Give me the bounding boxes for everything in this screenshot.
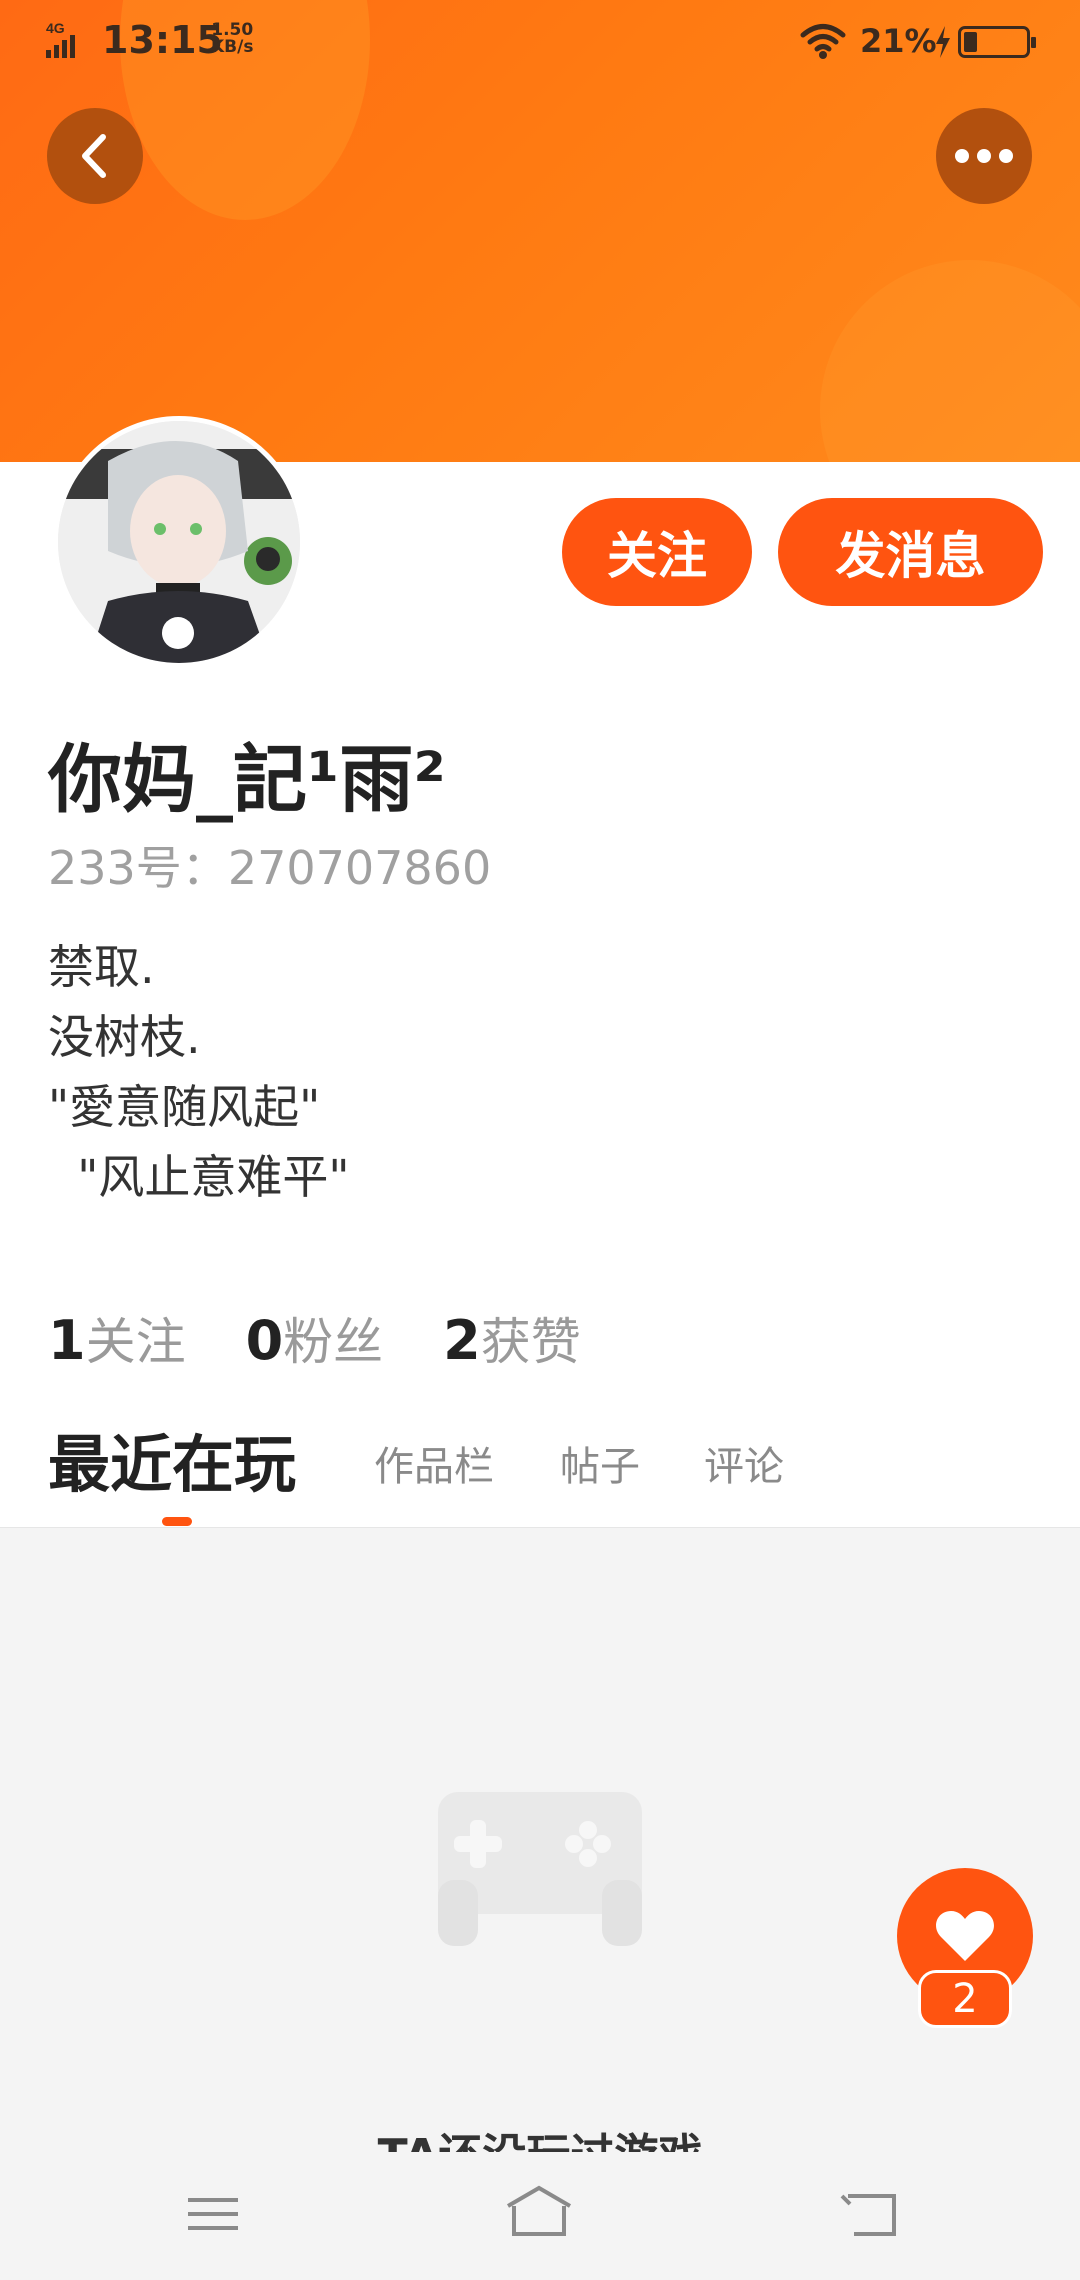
status-bar: 4G 13:15 1.50 KB/s 21%	[0, 0, 1080, 84]
likes-label: 获赞	[480, 1313, 581, 1371]
avatar-image	[58, 421, 300, 663]
user-id: 233号：270707860	[48, 832, 491, 898]
tab-posts[interactable]: 帖子	[560, 1434, 640, 1492]
bio-line: "风止意难平"	[48, 1150, 350, 1204]
heart-icon	[936, 1911, 994, 1961]
chevron-left-icon	[82, 134, 106, 178]
stat-following[interactable]: 1 关注	[48, 1302, 186, 1374]
home-icon[interactable]	[504, 2184, 574, 2244]
profile-tabs: 最近在玩 作品栏 帖子 评论	[48, 1420, 1048, 1520]
tab-indicator	[162, 1517, 192, 1526]
tab-works[interactable]: 作品栏	[374, 1434, 494, 1492]
followers-count: 0	[245, 1309, 284, 1372]
signal-icon: 4G	[46, 20, 75, 58]
wifi-icon	[800, 24, 846, 59]
username: 你妈_記¹雨²	[48, 737, 446, 823]
battery-icon	[958, 26, 1036, 58]
gamepad-icon	[438, 1792, 642, 1946]
user-id-value: 270707860	[227, 841, 492, 895]
bio-line: 没树枝.	[48, 1010, 201, 1064]
battery-percent: 21%	[860, 22, 937, 60]
ellipsis-icon	[955, 149, 1013, 163]
system-nav-bar	[0, 2154, 1080, 2280]
following-label: 关注	[85, 1313, 186, 1371]
bio-line: 禁取.	[48, 940, 155, 994]
banner-decoration	[820, 260, 1080, 462]
back-nav-icon[interactable]	[836, 2184, 906, 2244]
speed-unit: KB/s	[211, 37, 254, 57]
like-count-badge: 2	[918, 1970, 1012, 2028]
avatar[interactable]	[53, 416, 305, 668]
more-button[interactable]	[936, 108, 1032, 204]
back-button[interactable]	[47, 108, 143, 204]
tab-recently-played[interactable]: 最近在玩	[48, 1414, 296, 1504]
bio-line: "愛意随风起"	[48, 1080, 321, 1134]
network-speed: 1.50 KB/s	[211, 22, 253, 56]
empty-state-text: TA还没玩过游戏	[0, 2122, 1080, 2152]
user-id-label: 233号：	[48, 841, 228, 895]
stat-likes: 2 获赞	[443, 1302, 581, 1374]
following-count: 1	[48, 1309, 86, 1372]
followers-label: 粉丝	[283, 1313, 384, 1371]
menu-icon[interactable]	[180, 2184, 250, 2244]
svg-text:4G: 4G	[46, 20, 65, 36]
follow-button[interactable]: 关注	[562, 498, 752, 606]
charging-icon	[936, 26, 950, 58]
bio: 禁取. 没树枝. "愛意随风起" "风止意难平"	[48, 932, 350, 1212]
message-button[interactable]: 发消息	[778, 498, 1043, 606]
clock: 13:15	[102, 18, 223, 62]
tab-comments[interactable]: 评论	[704, 1434, 784, 1492]
likes-count: 2	[443, 1309, 481, 1372]
stat-followers[interactable]: 0 粉丝	[246, 1302, 384, 1374]
profile-stats: 1 关注 0 粉丝 2 获赞	[48, 1302, 641, 1374]
